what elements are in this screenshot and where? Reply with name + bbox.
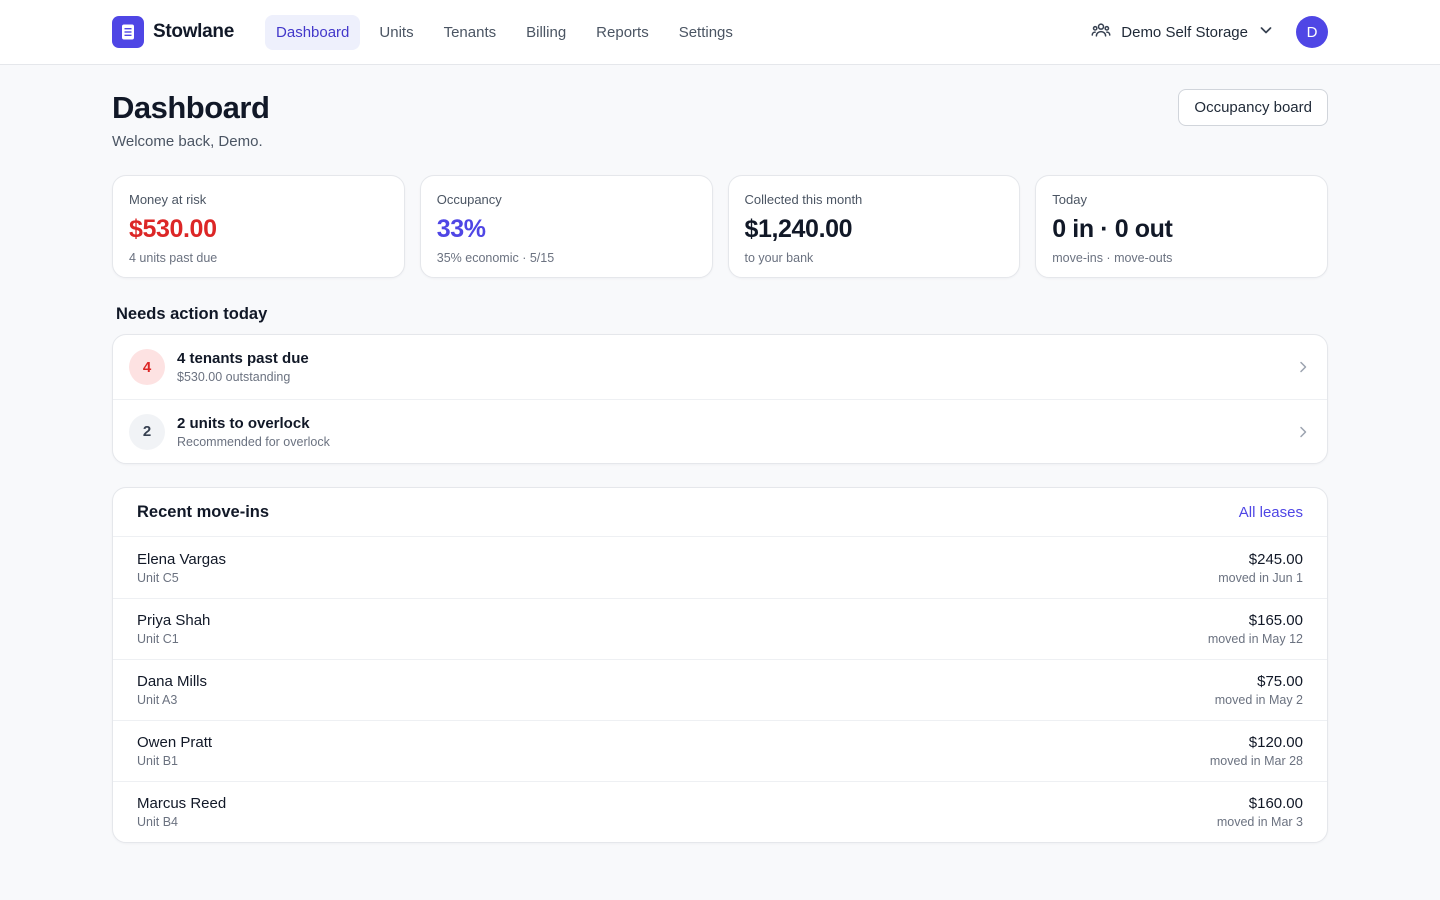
recent-moveins-title: Recent move-ins [137,502,270,521]
table-row[interactable]: Priya Shah Unit C1 $165.00 moved in May … [113,598,1327,659]
tenant-name: Priya Shah [137,612,211,630]
brand-logo-icon [112,16,144,48]
stat-label: Occupancy [436,192,502,208]
move-in-date: moved in Jun 1 [1218,570,1303,585]
unit-label: Unit A3 [137,693,178,708]
facility-switcher[interactable]: Demo Self Storage [1091,20,1274,44]
needs-action-list: 4 4 tenants past due $530.00 outstanding… [112,334,1328,465]
nav-item-tenants[interactable]: Tenants [433,15,508,50]
nav-item-settings[interactable]: Settings [668,15,744,50]
dashboard-main: Dashboard Welcome back, Demo. Occupancy … [0,65,1440,844]
brand[interactable]: Stowlane [112,16,234,48]
needs-action-title: Needs action today [116,305,268,324]
rent-amount: $245.00 [1248,550,1303,568]
action-item-subtitle: Recommended for overlock [177,434,330,449]
unit-label: Unit C1 [137,632,179,647]
stat-value: $1,240.00 [744,215,853,244]
stat-card-money-at-risk: Money at risk $530.00 4 units past due [112,175,405,279]
chevron-down-icon [1258,22,1274,42]
tenant-name: Owen Pratt [137,734,213,752]
stat-label: Collected this month [744,192,863,208]
action-item-overlock[interactable]: 2 2 units to overlock Recommended for ov… [113,399,1327,463]
unit-label: Unit C5 [137,570,179,585]
main-nav: Dashboard Units Tenants Billing Reports … [265,14,744,50]
page-title: Dashboard [112,90,270,125]
stat-label: Money at risk [129,192,207,208]
table-row[interactable]: Dana Mills Unit A3 $75.00 moved in May 2 [113,659,1327,720]
tenant-name: Marcus Reed [137,795,227,813]
unit-label: Unit B1 [137,754,178,769]
stat-sub: move-ins · move-outs [1052,251,1173,266]
tenant-name: Elena Vargas [137,550,226,568]
facility-name: Demo Self Storage [1121,23,1248,41]
unit-label: Unit B4 [137,815,178,830]
move-in-date: moved in Mar 28 [1209,754,1303,769]
chevron-right-icon [1295,424,1311,440]
nav-item-billing[interactable]: Billing [515,15,577,50]
stat-sub: to your bank [744,251,814,266]
stat-value: $530.00 [129,215,217,244]
stat-card-occupancy: Occupancy 33% 35% economic · 5/15 [419,175,713,279]
brand-name: Stowlane [153,21,235,42]
page-subtitle: Welcome back, Demo. [112,133,263,151]
tenant-name: Dana Mills [137,673,208,691]
nav-item-units[interactable]: Units [368,15,424,50]
stat-label: Today [1052,192,1087,208]
table-row[interactable]: Marcus Reed Unit B4 $160.00 moved in Mar… [113,781,1327,842]
action-item-subtitle: $530.00 outstanding [177,370,291,385]
recent-moveins-card: Recent move-ins All leases Elena Vargas … [112,487,1328,844]
stat-sub: 4 units past due [129,251,218,266]
count-badge: 2 [129,413,165,450]
rent-amount: $120.00 [1248,734,1303,752]
all-leases-link[interactable]: All leases [1239,504,1303,521]
occupancy-board-button[interactable]: Occupancy board [1178,89,1328,126]
move-in-date: moved in Mar 3 [1216,815,1303,830]
action-item-title: 2 units to overlock [177,414,310,432]
chevron-right-icon [1295,359,1311,375]
action-item-past-due[interactable]: 4 4 tenants past due $530.00 outstanding [113,335,1327,399]
rent-amount: $75.00 [1257,673,1303,691]
table-row[interactable]: Elena Vargas Unit C5 $245.00 moved in Ju… [113,537,1327,598]
nav-item-reports[interactable]: Reports [585,15,660,50]
action-item-title: 4 tenants past due [177,350,309,368]
move-in-date: moved in May 12 [1207,632,1303,647]
stat-sub: 35% economic · 5/15 [436,251,555,266]
count-badge: 4 [129,349,165,386]
user-avatar[interactable]: D [1296,16,1328,48]
stat-card-today: Today 0 in · 0 out move-ins · move-outs [1035,175,1328,279]
nav-item-dashboard[interactable]: Dashboard [265,14,361,50]
stats-row: Money at risk $530.00 4 units past due O… [112,175,1328,279]
top-navigation-bar: Stowlane Dashboard Units Tenants Billing… [0,0,1440,65]
stat-card-collected: Collected this month $1,240.00 to your b… [727,175,1021,279]
rent-amount: $165.00 [1248,612,1303,630]
move-in-date: moved in May 2 [1214,693,1303,708]
rent-amount: $160.00 [1248,795,1303,813]
table-row[interactable]: Owen Pratt Unit B1 $120.00 moved in Mar … [113,720,1327,781]
stat-value: 0 in · 0 out [1052,215,1173,244]
stat-value: 33% [436,215,486,244]
users-icon [1091,20,1111,44]
